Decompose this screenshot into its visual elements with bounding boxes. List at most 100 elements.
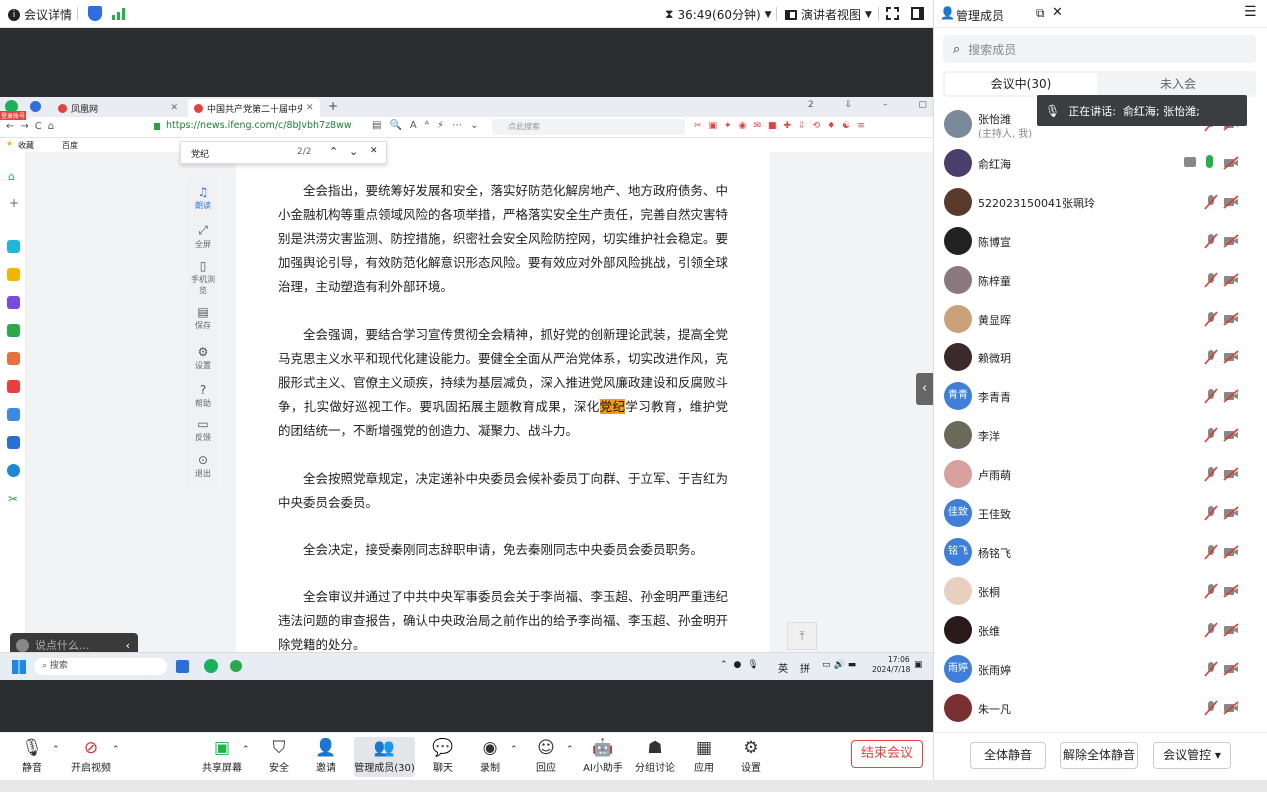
collapse-panel-button[interactable]: ‹: [916, 373, 933, 405]
meeting-control-dropdown[interactable]: 会议管控 ▾: [1153, 742, 1231, 769]
member-row[interactable]: 李洋: [934, 416, 1256, 455]
signal-icon[interactable]: [112, 8, 126, 20]
chat-button[interactable]: 💬 聊天: [418, 737, 468, 774]
camera-off-icon[interactable]: [1223, 195, 1239, 209]
windows-start-icon[interactable]: [12, 660, 26, 674]
camera-off-icon[interactable]: [1223, 506, 1239, 520]
member-row[interactable]: 张桐: [934, 572, 1256, 611]
invite-button[interactable]: 👤 邀请: [301, 737, 351, 774]
camera-off-icon[interactable]: [1223, 584, 1239, 598]
mute-all-button[interactable]: 全体静音: [970, 742, 1046, 769]
app-icon[interactable]: [230, 660, 242, 672]
member-search-input[interactable]: ⌕ 搜索成员: [943, 35, 1256, 63]
tab-not-joined[interactable]: 未入会: [1102, 73, 1254, 95]
chevron-up-icon[interactable]: ⌃: [242, 745, 250, 755]
chevron-left-icon[interactable]: ‹: [126, 639, 130, 652]
camera-off-icon[interactable]: [1223, 389, 1239, 403]
fullscreen-button[interactable]: ⤢ 全屏: [187, 223, 219, 250]
mute-button[interactable]: 🎙 静音: [7, 737, 57, 774]
microphone-off-icon[interactable]: [1204, 233, 1218, 249]
shield-icon[interactable]: [88, 6, 102, 21]
member-row[interactable]: 卢雨萌: [934, 455, 1256, 494]
member-row[interactable]: 佳致 王佳致: [934, 494, 1256, 533]
menu-icon[interactable]: ☰: [1244, 4, 1257, 20]
member-row[interactable]: 陈梓童: [934, 261, 1256, 300]
chevron-up-icon[interactable]: ⌃: [112, 745, 120, 755]
member-row[interactable]: 青青 李青青: [934, 377, 1256, 416]
mobile-view-button[interactable]: ▯ 手机浏览: [187, 259, 219, 296]
browser-tab-active[interactable]: 中国共产党第二十届中央委员 ✕: [188, 99, 320, 117]
fullscreen-icon[interactable]: [886, 7, 899, 20]
camera-off-icon[interactable]: [1223, 272, 1239, 287]
microphone-off-icon[interactable]: [1204, 272, 1218, 288]
microphone-on-icon[interactable]: [1206, 154, 1213, 168]
camera-off-icon[interactable]: [1223, 156, 1239, 170]
member-row[interactable]: 黄显晖: [934, 300, 1256, 339]
member-row[interactable]: 张维: [934, 611, 1256, 650]
translate-icon[interactable]: [7, 464, 20, 477]
find-prev-icon[interactable]: ⌃: [329, 145, 338, 158]
save-button[interactable]: ▤ 保存: [187, 305, 219, 331]
meeting-timer[interactable]: ⧗ 36:49(60分钟) ▼: [665, 6, 772, 23]
nav-arrows-icon[interactable]: ←→C⌂: [6, 121, 60, 132]
feedback-button[interactable]: ▭ 反馈: [187, 417, 219, 443]
end-meeting-button[interactable]: 结束会议: [851, 740, 923, 768]
member-row[interactable]: 陈博宣: [934, 222, 1256, 261]
exit-button[interactable]: ⊙ 退出: [187, 453, 219, 479]
camera-off-icon[interactable]: [1223, 700, 1239, 715]
meeting-details-button[interactable]: i 会议详情: [8, 6, 72, 23]
chevron-up-icon[interactable]: ⌃: [52, 745, 60, 755]
app-icon[interactable]: [7, 240, 20, 253]
ai-assistant-button[interactable]: 🤖 AI小助手: [578, 737, 628, 774]
chevron-up-icon[interactable]: ⌃: [566, 745, 574, 755]
microphone-off-icon[interactable]: [1204, 699, 1218, 716]
microphone-off-icon[interactable]: [1204, 427, 1218, 443]
manage-members-button[interactable]: 👥 管理成员(30): [354, 737, 415, 777]
ime-indicator[interactable]: 英: [778, 660, 788, 675]
camera-off-icon[interactable]: [1223, 545, 1239, 559]
extension-icons[interactable]: ✂▣✦◉✉■✚⇩⟲♦☯≡: [694, 121, 872, 131]
app-icon[interactable]: [7, 436, 20, 449]
microphone-off-icon[interactable]: [1204, 622, 1218, 638]
find-next-icon[interactable]: ⌄: [349, 145, 358, 158]
start-video-button[interactable]: ⊘ 开启视频: [66, 737, 116, 774]
settings-button[interactable]: ⚙ 设置: [187, 345, 219, 371]
login-badge[interactable]: 登录账号: [0, 111, 27, 120]
app-icon[interactable]: [7, 324, 20, 337]
popout-icon[interactable]: ⧉: [1036, 6, 1045, 21]
scroll-to-top-button[interactable]: ⤒: [787, 622, 817, 650]
microphone-off-icon[interactable]: [1204, 194, 1218, 210]
browser-icon[interactable]: [204, 659, 218, 673]
apps-button[interactable]: ▦ 应用: [679, 737, 729, 774]
microphone-off-icon[interactable]: [1204, 349, 1218, 365]
chevron-up-icon[interactable]: ⌃: [510, 745, 518, 755]
bookmark-baidu[interactable]: 百度: [62, 140, 78, 151]
find-input[interactable]: 党纪: [191, 147, 209, 160]
microphone-off-icon[interactable]: [1204, 466, 1218, 482]
close-icon[interactable]: ✕: [306, 103, 314, 113]
close-icon[interactable]: ✕: [1052, 5, 1063, 20]
app-icon[interactable]: [7, 380, 20, 393]
app-icon[interactable]: [7, 352, 20, 365]
microphone-off-icon[interactable]: [1204, 661, 1218, 677]
new-tab-icon[interactable]: +: [328, 99, 338, 113]
camera-off-icon[interactable]: [1223, 623, 1239, 637]
home-icon[interactable]: ⌂: [8, 170, 15, 183]
camera-off-icon[interactable]: [1223, 428, 1239, 442]
microphone-off-icon[interactable]: [1204, 544, 1218, 560]
member-row[interactable]: 雨婷 张雨婷: [934, 650, 1256, 689]
app-icon[interactable]: [7, 408, 20, 421]
ime-mode[interactable]: 拼: [800, 660, 810, 675]
close-icon[interactable]: ✕: [370, 146, 378, 156]
taskbar-search[interactable]: ⌕ 搜索: [34, 658, 167, 675]
sidebar-toggle-icon[interactable]: [911, 7, 924, 20]
tray-icons[interactable]: ⌃●🎙: [720, 660, 765, 670]
tab-in-meeting[interactable]: 会议中(30): [945, 73, 1097, 95]
camera-off-icon[interactable]: [1223, 234, 1239, 248]
microphone-off-icon[interactable]: [1204, 388, 1218, 404]
member-row[interactable]: 朱一凡: [934, 689, 1256, 728]
app-icon[interactable]: [176, 660, 189, 673]
microphone-off-icon[interactable]: [1204, 310, 1218, 327]
reaction-button[interactable]: ☺ 回应: [521, 737, 571, 774]
browser-tab[interactable]: 凤凰网 ✕: [52, 99, 184, 117]
